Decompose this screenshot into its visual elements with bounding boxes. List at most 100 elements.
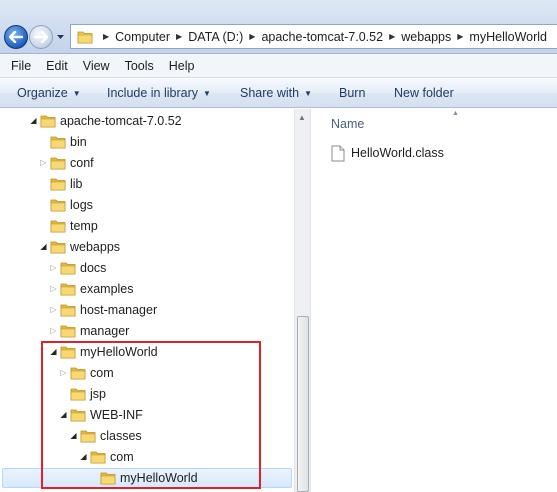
burn-button[interactable]: Burn bbox=[339, 79, 365, 107]
folder-icon bbox=[90, 450, 106, 464]
breadcrumb-separator-icon[interactable]: ▶ bbox=[249, 32, 255, 41]
breadcrumb-separator-icon[interactable]: ▶ bbox=[176, 32, 182, 41]
collapsed-arrow-icon[interactable]: ▷ bbox=[49, 263, 58, 273]
tree-item[interactable]: myHelloWorld bbox=[0, 468, 294, 489]
tree-item[interactable]: ▷ host-manager bbox=[0, 300, 294, 321]
expanded-arrow-icon[interactable]: ◢ bbox=[69, 431, 78, 441]
breadcrumb-apache-tomcat[interactable]: apache-tomcat-7.0.52 bbox=[261, 30, 383, 44]
tree-item-label: com bbox=[90, 366, 114, 380]
folder-icon bbox=[40, 114, 56, 128]
tree-item-label: lib bbox=[70, 177, 83, 191]
tree-item-label: host-manager bbox=[80, 303, 158, 317]
expanded-arrow-icon[interactable]: ◢ bbox=[39, 242, 48, 252]
collapsed-arrow-icon[interactable]: ▷ bbox=[49, 305, 58, 315]
folder-icon bbox=[60, 303, 76, 317]
organize-button[interactable]: Organize ▼ bbox=[17, 79, 81, 107]
back-button[interactable] bbox=[4, 25, 28, 49]
folder-icon bbox=[50, 240, 66, 254]
menu-file[interactable]: File bbox=[11, 59, 31, 73]
back-arrow-icon bbox=[9, 31, 23, 43]
file-name: HelloWorld.class bbox=[351, 146, 444, 160]
share-with-button[interactable]: Share with ▼ bbox=[240, 79, 312, 107]
navigation-tree: ◢ apache-tomcat-7.0.52 bin ▷ conf lib logs temp… bbox=[0, 109, 294, 492]
menu-help[interactable]: Help bbox=[169, 59, 195, 73]
tree-item-label: WEB-INF bbox=[90, 408, 143, 422]
collapsed-arrow-icon[interactable]: ▷ bbox=[49, 284, 58, 294]
expanded-arrow-icon[interactable]: ◢ bbox=[29, 116, 38, 126]
breadcrumb-data-drive[interactable]: DATA (D:) bbox=[188, 30, 243, 44]
tree-item[interactable]: ◢ com bbox=[0, 447, 294, 468]
tree-item[interactable]: jsp bbox=[0, 384, 294, 405]
tree-item[interactable]: lib bbox=[0, 174, 294, 195]
tree-item[interactable]: ◢ webapps bbox=[0, 237, 294, 258]
folder-icon bbox=[100, 471, 116, 485]
file-list-pane: ▲ Name HelloWorld.class bbox=[311, 109, 557, 492]
tree-item-label: examples bbox=[80, 282, 134, 296]
tree-item[interactable]: logs bbox=[0, 195, 294, 216]
tree-item-label: conf bbox=[70, 156, 94, 170]
address-bar: ▶ Computer ▶ DATA (D:) ▶ apache-tomcat-7… bbox=[0, 0, 557, 54]
dropdown-arrow-icon: ▼ bbox=[72, 88, 81, 98]
forward-arrow-icon bbox=[34, 31, 48, 43]
tree-item[interactable]: ▷ examples bbox=[0, 279, 294, 300]
tree-item-label: jsp bbox=[90, 387, 106, 401]
breadcrumb[interactable]: ▶ Computer ▶ DATA (D:) ▶ apache-tomcat-7… bbox=[70, 24, 557, 49]
tree-item[interactable]: ◢ WEB-INF bbox=[0, 405, 294, 426]
folder-icon bbox=[77, 31, 93, 43]
tree-item[interactable]: ▷ docs bbox=[0, 258, 294, 279]
breadcrumb-computer[interactable]: Computer bbox=[115, 30, 170, 44]
tree-scrollbar[interactable]: ▲ bbox=[294, 109, 311, 492]
breadcrumb-webapps[interactable]: webapps bbox=[401, 30, 451, 44]
collapsed-arrow-icon[interactable]: ▷ bbox=[39, 158, 48, 168]
collapsed-arrow-icon[interactable]: ▷ bbox=[59, 368, 68, 378]
breadcrumb-myhelloworld[interactable]: myHelloWorld bbox=[469, 30, 547, 44]
file-item[interactable]: HelloWorld.class bbox=[331, 143, 444, 163]
tree-item[interactable]: ◢ apache-tomcat-7.0.52 bbox=[0, 111, 294, 132]
tree-item-label: classes bbox=[100, 429, 142, 443]
folder-icon bbox=[80, 429, 96, 443]
recent-pages-dropdown-icon[interactable] bbox=[56, 33, 65, 41]
share-with-label: Share with bbox=[240, 86, 300, 100]
new-folder-button[interactable]: New folder bbox=[394, 79, 454, 107]
folder-icon bbox=[50, 219, 66, 233]
tree-item[interactable]: ◢ myHelloWorld bbox=[0, 342, 294, 363]
breadcrumb-separator-icon[interactable]: ▶ bbox=[389, 32, 395, 41]
menu-tools[interactable]: Tools bbox=[125, 59, 154, 73]
tree-item[interactable]: ▷ manager bbox=[0, 321, 294, 342]
include-in-library-button[interactable]: Include in library ▼ bbox=[107, 79, 211, 107]
tree-item[interactable]: temp bbox=[0, 216, 294, 237]
tree-item-label: myHelloWorld bbox=[120, 471, 198, 485]
folder-icon bbox=[50, 135, 66, 149]
folder-icon bbox=[70, 408, 86, 422]
breadcrumb-separator-icon[interactable]: ▶ bbox=[103, 32, 109, 41]
tree-item[interactable]: ▷ conf bbox=[0, 153, 294, 174]
breadcrumb-separator-icon[interactable]: ▶ bbox=[457, 32, 463, 41]
tree-item-label: apache-tomcat-7.0.52 bbox=[60, 114, 182, 128]
sort-ascending-icon: ▲ bbox=[452, 110, 459, 117]
scroll-up-icon[interactable]: ▲ bbox=[298, 113, 306, 122]
folder-icon bbox=[50, 198, 66, 212]
expanded-arrow-icon[interactable]: ◢ bbox=[49, 347, 58, 357]
menu-edit[interactable]: Edit bbox=[46, 59, 68, 73]
tree-item[interactable]: ▷ com bbox=[0, 363, 294, 384]
tree-item-label: logs bbox=[70, 198, 93, 212]
collapsed-arrow-icon[interactable]: ▷ bbox=[49, 326, 58, 336]
tree-item[interactable]: ◢ classes bbox=[0, 426, 294, 447]
expanded-arrow-icon[interactable]: ◢ bbox=[59, 410, 68, 420]
tree-item-label: manager bbox=[80, 324, 130, 338]
folder-icon bbox=[60, 282, 76, 296]
command-bar: Organize ▼ Include in library ▼ Share wi… bbox=[0, 79, 557, 108]
scrollbar-thumb[interactable] bbox=[297, 316, 309, 492]
name-column-header[interactable]: Name bbox=[331, 117, 364, 131]
tree-item-label: bin bbox=[70, 135, 87, 149]
menu-view[interactable]: View bbox=[83, 59, 110, 73]
dropdown-arrow-icon: ▼ bbox=[304, 88, 312, 98]
forward-button[interactable] bbox=[29, 25, 53, 49]
tree-item-label: myHelloWorld bbox=[80, 345, 158, 359]
tree-item-label: com bbox=[110, 450, 134, 464]
folder-icon bbox=[50, 177, 66, 191]
folder-icon bbox=[60, 345, 76, 359]
file-icon bbox=[331, 145, 345, 161]
expanded-arrow-icon[interactable]: ◢ bbox=[79, 452, 88, 462]
tree-item[interactable]: bin bbox=[0, 132, 294, 153]
